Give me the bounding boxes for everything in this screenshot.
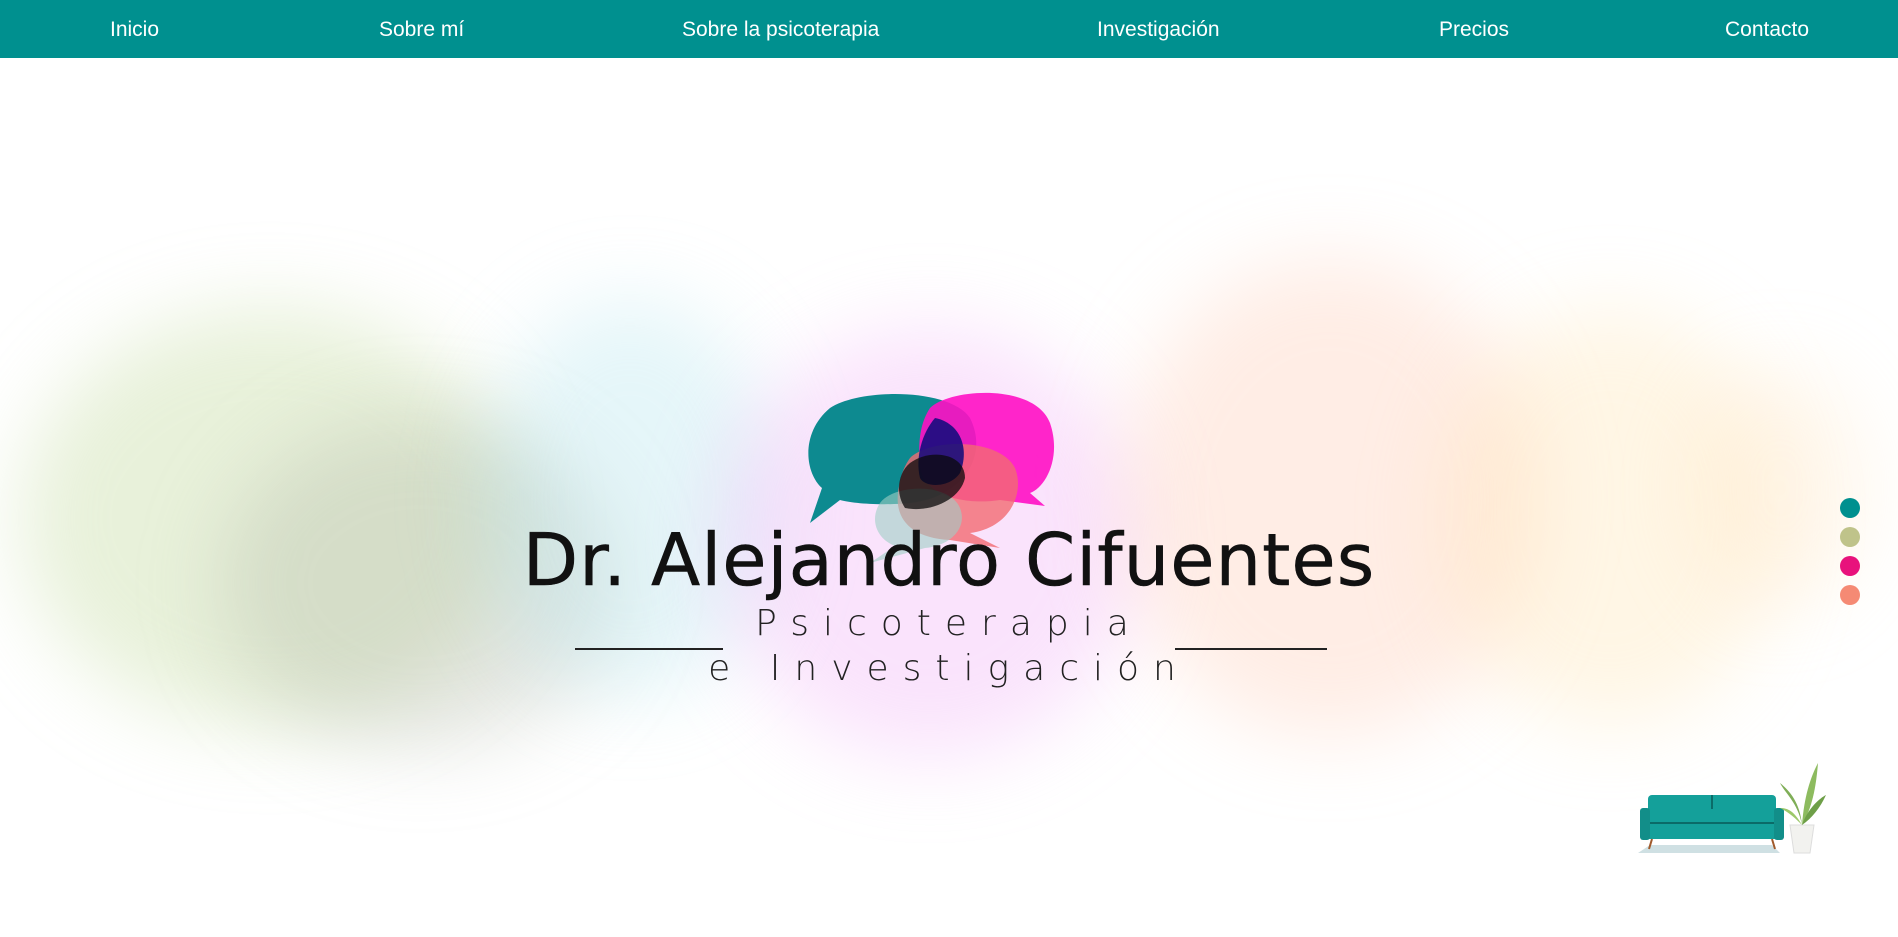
nav-sobre-la-psicoterapia[interactable]: Sobre la psicoterapia — [682, 0, 879, 58]
hero-title: Dr. Alejandro Cifuentes — [522, 518, 1376, 603]
slider-dot-3[interactable] — [1840, 556, 1860, 576]
top-navbar: Inicio Sobre mí Sobre la psicoterapia In… — [0, 0, 1898, 58]
hero-subtitle-line1: Psicoterapia — [755, 603, 1143, 644]
slider-dot-2[interactable] — [1840, 527, 1860, 547]
nav-sobre-mi[interactable]: Sobre mí — [379, 0, 464, 58]
nav-inicio[interactable]: Inicio — [110, 0, 159, 58]
slider-dot-1[interactable] — [1840, 498, 1860, 518]
sofa-and-plant-icon — [1638, 763, 1826, 854]
nav-contacto[interactable]: Contacto — [1725, 0, 1809, 58]
hero-subtitle-line2: e Investigación — [708, 648, 1190, 689]
nav-investigacion[interactable]: Investigación — [1097, 0, 1220, 58]
slider-dots — [1840, 498, 1862, 614]
nav-precios[interactable]: Precios — [1439, 0, 1509, 58]
slider-dot-4[interactable] — [1840, 585, 1860, 605]
hero-section: Dr. Alejandro Cifuentes Psicoterapia e I… — [0, 58, 1898, 937]
